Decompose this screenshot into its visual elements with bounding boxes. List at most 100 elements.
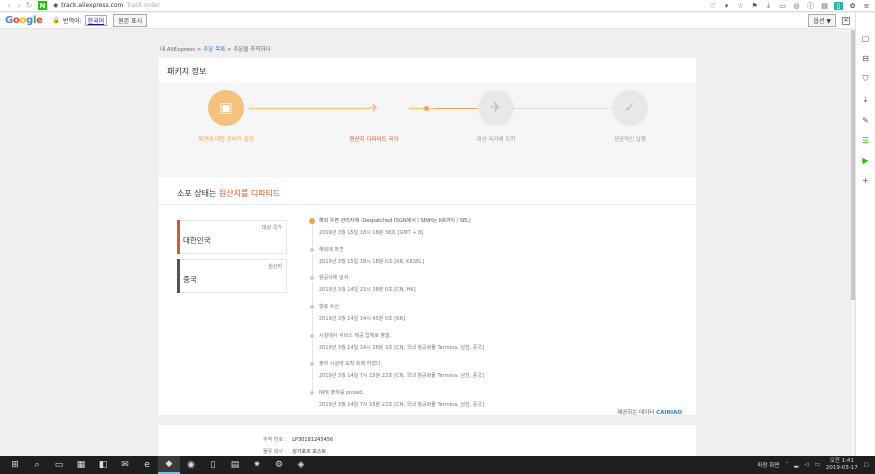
google-logo: Google [5,15,43,26]
bookmark-icon[interactable]: ♡ [708,2,717,10]
trash-icon[interactable]: ▭ [778,2,787,10]
status-highlight: 원산지를 디파티드 [218,189,281,198]
step-delivered: ✓ 성공적인 납품 [590,90,670,143]
step-dispatch: ▣ 파견에 대한 준비가 출하 [186,90,266,143]
info-icon[interactable]: ⓘ [806,1,815,11]
extension-icon[interactable]: ▤ [820,2,829,10]
timeline-dot [310,333,314,338]
card-title: 패키지 정보 [167,67,207,76]
camera-icon[interactable]: ◎ [792,2,801,10]
system-tray: 파랑 화면 ˄ ▂ ◁ ▭ 오전 1:41 2019-03-17 ▢ [757,458,875,472]
naver-logo-icon: N [38,1,47,10]
volume-icon[interactable]: ◁ [804,462,808,468]
event-message: 해외 우편 관리자께 -Despatched (SGN에서 / SINH는 KR… [319,218,471,224]
battery-icon[interactable]: ▭ [815,462,820,468]
store-icon[interactable]: ◧ [92,456,114,474]
sidebar-download-icon[interactable]: ⤓ [864,95,868,105]
step-arrived: ✈ 대상 국가에 도착 [456,90,536,143]
url-host: track.aliexpress.com [61,2,124,9]
step-label: 성공적인 납품 [613,137,647,143]
breadcrumb-orders[interactable]: 주문 목록 [203,47,225,53]
provider-prefix: 제공하는 데이터 [617,410,657,416]
translate-close-button[interactable]: ✕ [842,16,850,25]
timeline-dot [310,276,314,281]
edge-icon[interactable]: e [136,456,158,474]
calculator-icon[interactable]: ▤ [224,456,246,474]
timeline-dot [310,247,314,252]
event-message: 출하 시설에 도착 트랙 하였다. [319,361,383,368]
timeline-line [312,338,313,363]
data-provider: 제공하는 데이터 CAINIAO [617,408,682,416]
browser-sidebar: ▢ ⊟ ⛉ ⤓ ✎ ☰ ▶ + [855,13,875,456]
settings-icon[interactable]: ✿ [848,2,857,10]
reader-icon[interactable]: ▯ [834,1,843,10]
timeline-event: 항로 수신 2019년 3월 14일 14시 45분 0초 [KR] [309,303,689,335]
app-icon[interactable]: ◉ [180,456,202,474]
plane-arrive-icon: ✈ [478,90,514,126]
timeline-event: 해외 우편 관리자께 -Despatched (SGN에서 / SINH는 KR… [309,217,689,248]
timeline-line [312,281,313,306]
menu-icon[interactable]: ≡ [862,2,871,10]
flag-icon[interactable]: ⚑ [750,2,759,10]
carrier-label: 물류 회사 : [263,449,287,455]
ime-label[interactable]: 파랑 화면 [757,461,779,469]
search-icon[interactable]: ⌕ [26,456,48,474]
sidebar-notes-icon[interactable]: ✎ [862,116,869,125]
translate-options-button[interactable]: 옵션 ▼ [808,14,836,27]
clock-time: 오전 1:41 [829,458,854,464]
phone-icon[interactable]: ▯ [202,456,224,474]
network-icon[interactable]: ▂ [794,462,798,468]
event-message: NPK 출하를 picked. [319,390,364,397]
translate-label: 번역어: [63,18,82,25]
sidebar-bookmarks-icon[interactable]: ⊟ [862,54,869,63]
task-view-icon[interactable]: ▭ [48,456,70,474]
explorer-icon[interactable]: ▦ [70,456,92,474]
forward-icon[interactable]: › [14,1,24,11]
show-original-button[interactable]: 원본 표시 [113,14,148,27]
site-icon: ◉ [53,2,59,9]
translate-language-select[interactable]: 한국어 [84,15,108,26]
plane-depart-icon: ✈ [368,101,380,115]
shield-app-icon[interactable]: ◈ [290,456,312,474]
event-time: 2019년 3월 15일 18시 18분 38초 [GMT + 8] [319,230,424,236]
timeline-line [312,224,313,248]
url-field[interactable]: ◉ track.aliexpress.com Track order [53,2,160,9]
step-departed: ✈ 원산지 디파티드 국가 [334,90,414,143]
origin-bar [177,259,180,293]
carrier-row: 물류 회사 : 싱가포르 포스트 [263,448,326,455]
timeline-line [312,367,313,392]
reload-icon[interactable]: ↻ [24,1,34,11]
sidebar-list-icon[interactable]: ☰ [862,136,869,145]
sidebar-play-icon[interactable]: ▶ [862,156,868,165]
notifications-icon[interactable]: ▢ [864,462,869,468]
media-icon[interactable]: ✷ [246,456,268,474]
breadcrumb-home[interactable]: 내 AliExpress [160,47,195,53]
whale-browser-icon[interactable]: ◆ [158,456,180,474]
scrollbar-thumb[interactable] [851,30,855,300]
sidebar-add-icon[interactable]: + [862,176,869,185]
breadcrumb-current: 주문을 추적하다 [233,47,271,53]
sidebar-shield-icon[interactable]: ⛉ [863,74,869,84]
destination-bar [177,220,180,254]
back-icon[interactable]: ‹ [4,1,14,11]
event-time: 2019년 3월 15일 18시 18분 0초 [KR, KRSEL] [319,258,425,265]
package-icon: ▣ [208,90,244,126]
event-message: 항공사에 넘겨. [319,275,350,282]
page-scrollbar[interactable] [851,30,855,456]
provider-brand[interactable]: CAINIAO [656,410,682,416]
clock[interactable]: 오전 1:41 2019-03-17 [826,458,858,472]
settings-icon[interactable]: ⚙ [268,456,290,474]
chevron-up-icon[interactable]: ˄ [785,462,788,468]
clipboard-check-icon: ✓ [612,90,648,126]
star-icon[interactable]: ☆ [736,2,745,10]
mail-icon[interactable]: ✉ [114,456,136,474]
windows-start-icon[interactable]: ⊞ [4,456,26,474]
timeline-line [312,252,313,277]
destination-tag: 대상 국가 [262,225,282,231]
dropdown-icon[interactable]: ▾ [722,2,731,10]
step-label: 대상 국가에 도착 [476,137,516,143]
sidebar-window-icon[interactable]: ▢ [862,34,870,43]
timeline-event: 항공사에 넘겨. 2019년 3월 14일 23시 38분 0초 [CN, HK] [309,274,689,306]
translate-bar: Google 🔒 번역어: 한국어 원본 표시 옵션 ▼ ✕ [0,13,855,29]
download-icon[interactable]: ⤓ [764,1,773,10]
